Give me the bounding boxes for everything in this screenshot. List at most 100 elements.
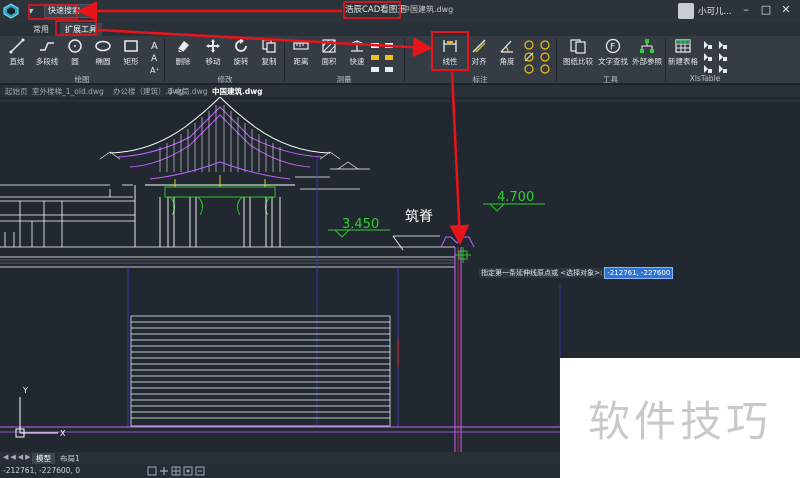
rectangle-button[interactable]: 矩形	[114, 38, 148, 68]
dim-small-icon[interactable]	[370, 64, 380, 74]
text-edit-icon[interactable]: A⁺	[150, 64, 160, 74]
group-label-measure: 测量	[336, 75, 352, 84]
minimize-button[interactable]: –	[738, 2, 754, 18]
elevation-mark-2	[483, 203, 545, 212]
dim-small-icon[interactable]	[384, 52, 394, 62]
tab-extended-tools[interactable]: 扩展工具	[60, 23, 102, 36]
quick-measure-label: 快速	[349, 57, 365, 66]
table-tool-icon[interactable]	[718, 52, 728, 62]
snap-icon[interactable]	[147, 466, 157, 476]
copy-button[interactable]: 复制	[252, 38, 286, 68]
compare-drawings-button[interactable]: 图纸比较	[561, 38, 595, 68]
command-prompt[interactable]: 指定第一条延伸线原点或 <选择对象>: -212761, -227600	[479, 266, 674, 279]
copy-icon	[261, 38, 277, 54]
compare-icon	[570, 38, 586, 54]
diameter-dimension-icon[interactable]	[524, 52, 534, 62]
angle-dimension-icon	[499, 38, 515, 54]
area-label: 面积	[321, 57, 337, 66]
ridge-leader	[392, 235, 440, 251]
grid-icon[interactable]	[171, 466, 181, 476]
find-text-button[interactable]: F 文字查找	[596, 38, 630, 68]
ordinate-dimension-icon[interactable]	[540, 40, 550, 50]
line-label: 直线	[9, 57, 25, 66]
doc-tab-start[interactable]: 起始页	[5, 86, 28, 97]
linear-dimension-icon	[442, 38, 458, 54]
command-input[interactable]: -212761, -227600	[604, 266, 674, 279]
ridge-finial	[440, 236, 475, 452]
baseline-dimension-icon[interactable]	[540, 52, 550, 62]
status-bar: -212761, -227600, 0	[0, 464, 560, 478]
doc-tab-flashlight[interactable]: 手电筒.dwg	[167, 86, 208, 97]
close-button[interactable]: ✕	[778, 2, 794, 18]
maximize-button[interactable]: □	[758, 2, 774, 18]
mtext-icon[interactable]: A	[150, 52, 160, 62]
axis-y-label: Y	[22, 386, 28, 395]
text-icon[interactable]: A	[150, 40, 160, 50]
area-icon	[321, 38, 337, 54]
window-file-name: 中国建筑.dwg	[402, 5, 454, 14]
new-table-button[interactable]: 新建表格	[666, 38, 700, 68]
delete-button[interactable]: 删除	[166, 38, 200, 68]
xref-button[interactable]: 外部参照	[630, 38, 664, 68]
quick-measure-icon	[349, 38, 365, 54]
dim-small-icon[interactable]	[384, 64, 394, 74]
circle-icon	[67, 38, 83, 54]
rotate-label: 旋转	[233, 57, 249, 66]
user-account[interactable]: 小可儿...	[678, 3, 732, 19]
polyline-label: 多段线	[35, 57, 59, 66]
dim-small-icon[interactable]	[370, 52, 380, 62]
distance-label: 距离	[293, 57, 309, 66]
compare-drawings-label: 图纸比较	[563, 57, 593, 66]
roller-shutter	[130, 315, 391, 427]
ucs-axis-icon	[15, 397, 58, 438]
quick-measure-button[interactable]: 快速	[340, 38, 374, 68]
table-tool-icon[interactable]	[718, 40, 728, 50]
table-icon	[675, 38, 691, 54]
zoom-icon[interactable]	[195, 466, 205, 476]
distance-icon	[293, 38, 309, 54]
user-name: 小可儿...	[698, 7, 732, 17]
table-edit-icon[interactable]	[703, 64, 713, 74]
quick-search-box[interactable]: 快速搜索	[44, 4, 96, 18]
ortho-icon[interactable]	[159, 466, 169, 476]
table-tool-icon[interactable]	[718, 64, 728, 74]
find-text-label: 文字查找	[598, 57, 628, 66]
group-label-dimension: 标注	[472, 75, 488, 84]
linear-dimension-label: 线性	[442, 57, 458, 66]
axis-x-label: X	[60, 429, 66, 438]
doc-tab-chinese-building[interactable]: 中国建筑.dwg	[212, 86, 263, 97]
doc-tab-stairs[interactable]: 室外楼梯_1_old.dwg	[32, 86, 104, 97]
polyline-icon	[39, 38, 55, 54]
group-label-draw: 绘图	[74, 75, 90, 84]
layout-tabs: ◀◀◀▶▶ 模型 布局1	[0, 452, 560, 464]
svg-text:A⁺: A⁺	[150, 66, 160, 74]
tab-model[interactable]: 模型	[32, 453, 55, 464]
left-building	[0, 184, 135, 247]
delete-label: 删除	[175, 57, 191, 66]
circle-label: 圆	[71, 57, 79, 66]
line-icon	[9, 38, 25, 54]
continue-dimension-icon[interactable]	[540, 64, 550, 74]
group-label-tools: 工具	[603, 75, 618, 84]
app-logo-icon[interactable]	[0, 0, 22, 22]
elevation-label-2: 4.700	[497, 190, 534, 205]
line-button[interactable]: 直线	[0, 38, 34, 68]
group-separator	[164, 38, 165, 82]
angle-dimension-button[interactable]: 角度	[490, 38, 524, 68]
dim-small-icon[interactable]	[370, 40, 380, 50]
table-export-icon[interactable]	[703, 52, 713, 62]
tab-layout1[interactable]: 布局1	[56, 453, 84, 464]
ridge-label: 筑脊	[405, 209, 433, 225]
arc-dimension-icon[interactable]	[524, 64, 534, 74]
dim-small-icon[interactable]	[384, 40, 394, 50]
tab-common[interactable]: 常用	[28, 23, 54, 36]
find-text-icon: F	[605, 38, 621, 54]
move-label: 移动	[205, 57, 221, 66]
dropdown-arrow-icon[interactable]: ▾	[24, 4, 38, 18]
osnap-icon[interactable]	[183, 466, 193, 476]
table-import-icon[interactable]	[703, 40, 713, 50]
radius-dimension-icon[interactable]	[524, 40, 534, 50]
group-label-modify: 修改	[217, 75, 233, 84]
aligned-dimension-label: 对齐	[471, 57, 487, 66]
title-bar: ▾ 快速搜索 浩辰CAD看图王 中国建筑.dwg 小可儿... – □ ✕	[0, 0, 800, 22]
